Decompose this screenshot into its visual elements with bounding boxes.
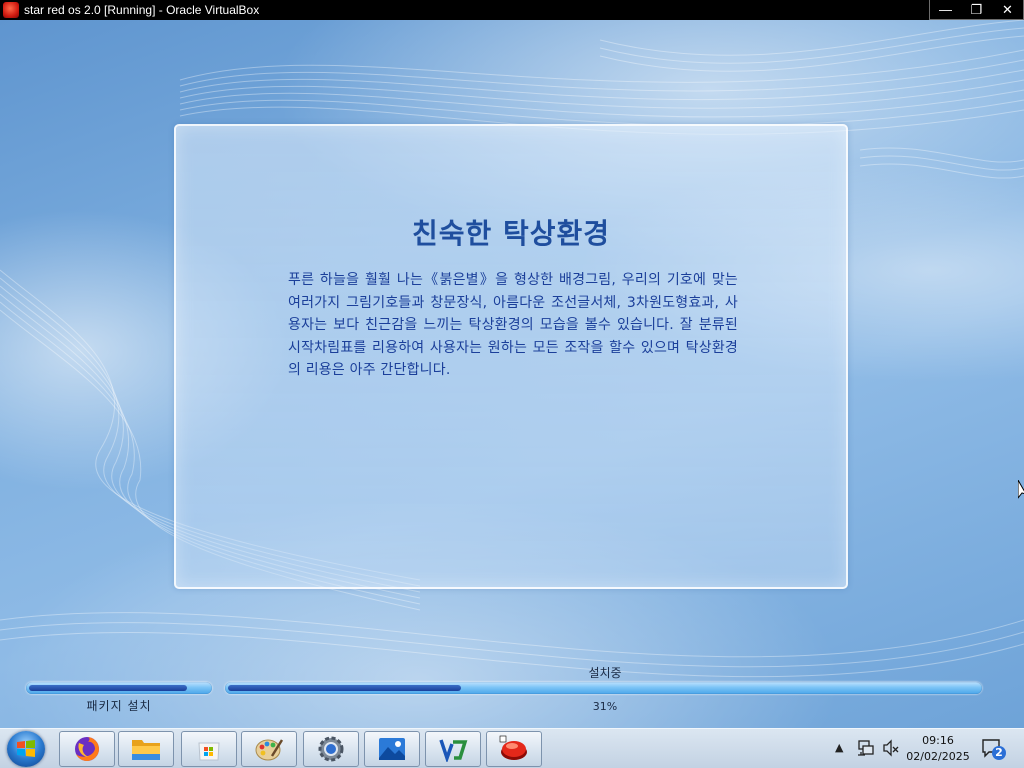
notification-count: 2 [995, 746, 1003, 759]
install-status-label: 설치중 [588, 666, 622, 680]
slide-panel: 친숙한 탁상환경 푸른 하늘을 훨훨 나는《붉은별》을 형상한 배경그림, 우리… [174, 124, 848, 589]
settings-icon [318, 736, 344, 762]
window-titlebar: star red os 2.0 [Running] - Oracle Virtu… [0, 0, 1024, 20]
mouse-cursor-icon [1018, 480, 1024, 499]
taskbar-settings-button[interactable] [303, 731, 359, 767]
taskbar-firefox-button[interactable] [59, 731, 115, 767]
paint-icon [255, 739, 284, 761]
taskbar-image-viewer-button[interactable] [364, 731, 420, 767]
taskbar-paint-button[interactable] [241, 731, 297, 767]
taskbar-office-button[interactable] [425, 731, 481, 767]
file-manager-icon [132, 740, 160, 760]
taskbar: ▲ 09:16 02/02/2025 2 [0, 728, 1024, 768]
red-star-icon [499, 735, 527, 760]
windows-logo-icon [17, 740, 35, 757]
system-clock[interactable]: 09:16 02/02/2025 [900, 733, 976, 765]
app-store-icon [198, 742, 220, 761]
office-icon [439, 739, 468, 762]
taskbar-files-button[interactable] [118, 731, 174, 767]
tray-overflow-icon[interactable]: ▲ [835, 741, 843, 754]
window-title: star red os 2.0 [Running] - Oracle Virtu… [24, 3, 260, 17]
install-progress-bar [225, 682, 982, 694]
package-progress-bar [26, 682, 212, 694]
restore-button[interactable]: ❐ [961, 0, 992, 19]
start-button[interactable] [7, 731, 45, 767]
taskbar-installer-button[interactable] [486, 731, 542, 767]
notification-center-button[interactable]: 2 [982, 739, 1008, 765]
close-button[interactable]: ✕ [992, 0, 1023, 19]
installer-background: 친숙한 탁상환경 푸른 하늘을 훨훨 나는《붉은별》을 형상한 배경그림, 우리… [0, 20, 1024, 728]
package-progress-fill [29, 685, 188, 691]
install-percent-label: 31% [592, 700, 618, 713]
slide-title: 친숙한 탁상환경 [411, 217, 611, 250]
package-install-label: 패키지 설치 [86, 699, 152, 713]
clock-date: 02/02/2025 [906, 750, 970, 763]
minimize-button[interactable]: — [930, 0, 961, 19]
volume-muted-icon[interactable] [882, 739, 900, 757]
install-progress-fill [228, 685, 461, 691]
network-icon[interactable] [857, 739, 875, 757]
slide-description: 푸른 하늘을 훨훨 나는《붉은별》을 형상한 배경그림, 우리의 기호에 맞는 … [288, 272, 738, 378]
virtualbox-app-icon [3, 2, 19, 18]
clock-time: 09:16 [922, 734, 954, 747]
firefox-icon [75, 737, 99, 761]
image-viewer-icon [379, 738, 405, 760]
window-controls: — ❐ ✕ [929, 0, 1024, 20]
taskbar-store-button[interactable] [181, 731, 237, 767]
